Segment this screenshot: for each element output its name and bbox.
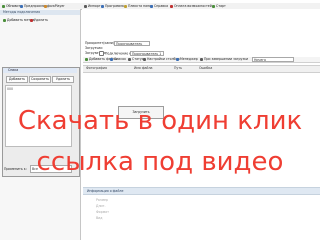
status-button[interactable]: Статус [128, 57, 144, 62]
column-filename[interactable]: Имя файла [134, 66, 152, 71]
column-settings-button[interactable]: Настройки столбца [143, 57, 180, 62]
player-icon [44, 4, 47, 8]
info-type-label: Вид [96, 216, 103, 220]
help-icon [150, 4, 153, 8]
status-icon [128, 57, 131, 61]
file-info-header: Информация о файле [83, 187, 320, 195]
on-complete-label: При завершении загрузки [200, 57, 248, 62]
add-icon [85, 57, 88, 61]
info-size-label: Размер [96, 198, 108, 202]
priority-select[interactable]: Проигрыватель [114, 41, 150, 46]
list-button[interactable]: Список [110, 57, 126, 62]
on-complete-select[interactable]: Ничего [252, 57, 294, 62]
dialog-save-button[interactable]: Сохранить [29, 76, 51, 83]
folder-icon [124, 4, 127, 8]
list-item[interactable]: 000 [7, 87, 13, 91]
load-to-select[interactable]: Проигрыватель 1 [130, 51, 164, 56]
column-path[interactable]: Путь [174, 66, 182, 71]
manager-icon [176, 57, 179, 61]
info-format-label: Формат [96, 210, 109, 214]
complete-icon [200, 57, 203, 61]
promo-caption-line2: ссылка под видео [36, 147, 284, 177]
promo-caption-line1: Скачать в один клик [17, 106, 303, 136]
column-error[interactable]: Ошибка [199, 66, 212, 71]
checkbox-icon [99, 51, 104, 56]
delete-icon [30, 18, 33, 22]
start-icon [212, 4, 215, 8]
payment-icon [170, 4, 173, 8]
dialog-delete-button[interactable]: Удалить [52, 76, 74, 83]
preview-icon [20, 4, 23, 8]
refresh-icon [2, 4, 5, 8]
left-panel-header: Методы подключения [0, 10, 80, 15]
delete-method-button[interactable]: Удалить [30, 18, 48, 23]
program-icon [101, 4, 104, 8]
dialog-add-button[interactable]: Добавить [6, 76, 28, 83]
add-icon [3, 18, 6, 22]
list-icon [110, 57, 113, 61]
dialog-title-bar: Спика [3, 68, 77, 73]
manager-button[interactable]: Менеджер [176, 57, 198, 62]
column-photo[interactable]: Фотография [86, 66, 107, 71]
settings-icon [143, 57, 146, 61]
import-icon [84, 4, 87, 8]
info-duration-label: Длит. [96, 204, 106, 208]
